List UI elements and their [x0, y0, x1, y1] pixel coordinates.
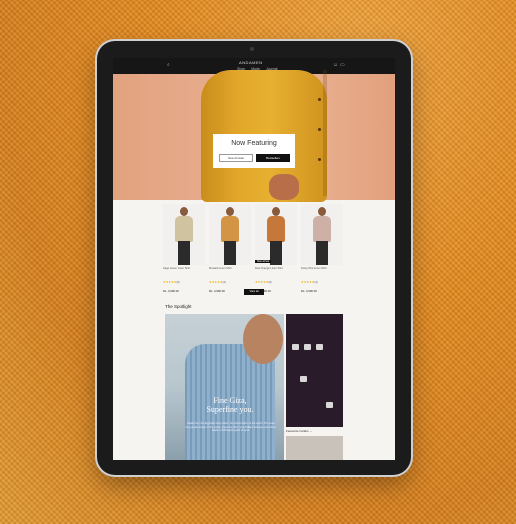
product-image[interactable] — [209, 204, 251, 265]
collar-piece — [292, 344, 299, 350]
spotlight-feature-title: Fine Giza, Superfine you. — [206, 396, 254, 414]
product-rating: (5) — [268, 281, 272, 285]
spotlight-feature-text: Made from the Egyptian Giza cotton, the … — [185, 422, 277, 433]
product-rating: (4) — [222, 281, 226, 285]
collar-piece — [300, 376, 307, 382]
product-stars: ★★★★★ — [163, 280, 177, 285]
hero-hand — [269, 174, 299, 200]
product-stars: ★★★★★ — [301, 280, 315, 285]
product-stars: ★★★★★ — [209, 280, 223, 285]
hero-banner: Now Featuring New Arrivals Bestsellers — [113, 70, 395, 202]
collars-image[interactable] — [286, 314, 343, 427]
shirt-button — [318, 98, 321, 101]
camera-dot — [250, 47, 254, 51]
model-face — [243, 314, 283, 364]
hero-card: Now Featuring New Arrivals Bestsellers — [213, 134, 295, 168]
view-all-button[interactable]: View all — [244, 289, 264, 295]
collar-piece — [326, 402, 333, 408]
product-card[interactable]: Sage Green Linen Shirt ★★★★★(6) Rs. 3,99… — [163, 204, 205, 293]
product-stars: ★★★★★ — [255, 280, 269, 285]
product-image[interactable] — [163, 204, 205, 265]
product-badge: New arrival — [255, 260, 271, 263]
collar-piece — [304, 344, 311, 350]
product-image[interactable]: New arrival — [255, 204, 297, 265]
hero-title: Now Featuring — [231, 140, 277, 147]
product-price: Rs. 3,990.00 — [163, 289, 179, 294]
product-card[interactable]: New arrival Rust Orange Linen Shirt ★★★★… — [255, 204, 297, 293]
site-logo[interactable]: ANDAMEN — [239, 60, 263, 65]
bestsellers-button[interactable]: Bestsellers — [256, 154, 290, 162]
shirt-placket — [323, 70, 327, 196]
product-image[interactable] — [301, 204, 343, 265]
screen: ⌕ ANDAMEN Shop Mode Journal ☺ ▭ Now Feat… — [113, 58, 395, 460]
tablet-device: ⌕ ANDAMEN Shop Mode Journal ☺ ▭ Now Feat… — [97, 41, 411, 475]
hangers-image[interactable] — [286, 436, 343, 460]
shirt-button — [318, 158, 321, 161]
product-price: Rs. 3,990.00 — [301, 289, 317, 294]
collars-link[interactable]: Favourite Collars → — [286, 429, 313, 433]
product-rating: (6) — [176, 281, 180, 285]
product-grid: Sage Green Linen Shirt ★★★★★(6) Rs. 3,99… — [163, 204, 345, 293]
product-card[interactable]: Mustard Linen Shirt ★★★★★(4) Rs. 3,990.0… — [209, 204, 251, 293]
new-arrivals-button[interactable]: New Arrivals — [219, 154, 253, 162]
product-rating: (3) — [314, 281, 318, 285]
shirt-button — [318, 128, 321, 131]
product-card[interactable]: Dusty Pink Linen Shirt ★★★★★(3) Rs. 3,99… — [301, 204, 343, 293]
search-icon[interactable]: ⌕ — [167, 62, 170, 68]
collar-piece — [316, 344, 323, 350]
account-icon[interactable]: ☺ — [333, 62, 338, 68]
spotlight-heading: The Spotlight — [165, 304, 192, 309]
cart-icon[interactable]: ▭ — [340, 62, 345, 68]
spotlight-feature-image[interactable]: Fine Giza, Superfine you. Made from the … — [165, 314, 284, 460]
